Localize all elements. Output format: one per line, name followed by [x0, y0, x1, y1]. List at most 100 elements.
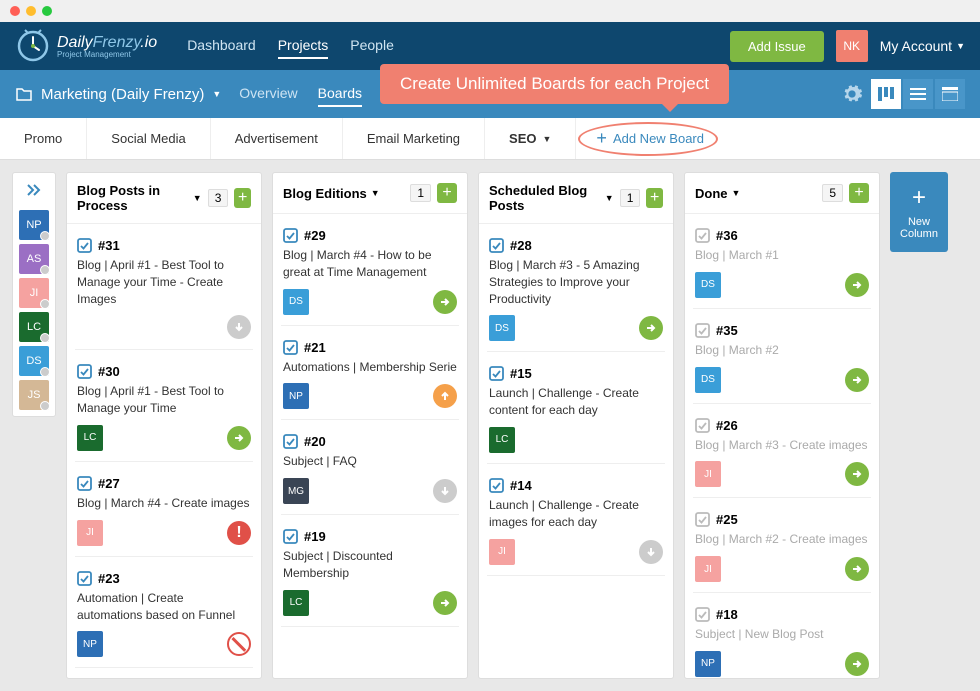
- assignee-avatar[interactable]: LC: [489, 427, 515, 453]
- add-card-button[interactable]: +: [849, 183, 869, 203]
- board-tab-social[interactable]: Social Media: [87, 118, 210, 159]
- arrow-right-icon[interactable]: [845, 273, 869, 297]
- arrow-right-icon[interactable]: [845, 652, 869, 676]
- assignee-avatar[interactable]: DS: [695, 367, 721, 393]
- board-tab-ads[interactable]: Advertisement: [211, 118, 343, 159]
- board-card[interactable]: #20 Subject | FAQ MG: [281, 428, 459, 515]
- arrow-right-icon[interactable]: [845, 368, 869, 392]
- card-title: Automations | Membership Serie: [283, 359, 457, 376]
- arrow-right-icon[interactable]: [433, 591, 457, 615]
- column-title[interactable]: Scheduled Blog Posts ▼: [489, 183, 614, 213]
- board-card[interactable]: #30 Blog | April #1 - Best Tool to Manag…: [75, 358, 253, 462]
- assignee-avatar[interactable]: LC: [283, 590, 309, 616]
- sidebar-avatar[interactable]: NP: [19, 210, 49, 240]
- assignee-avatar[interactable]: DS: [489, 315, 515, 341]
- assignee-avatar[interactable]: NP: [77, 631, 103, 657]
- alert-icon[interactable]: !: [227, 521, 251, 545]
- add-card-button[interactable]: +: [437, 183, 457, 203]
- card-footer: NP: [77, 631, 251, 657]
- arrow-right-icon[interactable]: [639, 316, 663, 340]
- assignee-avatar[interactable]: LC: [77, 425, 103, 451]
- check-icon: [695, 323, 710, 338]
- nav-projects[interactable]: Projects: [278, 33, 329, 59]
- board-card[interactable]: #25 Blog | March #2 - Create images JI: [693, 506, 871, 593]
- board-card[interactable]: #27 Blog | March #4 - Create images JI!: [75, 470, 253, 557]
- nav-dashboard[interactable]: Dashboard: [187, 33, 256, 59]
- column-title[interactable]: Blog Editions ▼: [283, 186, 380, 201]
- assignee-avatar[interactable]: NP: [283, 383, 309, 409]
- card-footer: DS: [283, 289, 457, 315]
- column-count: 1: [620, 189, 641, 207]
- sidebar-avatar[interactable]: DS: [19, 346, 49, 376]
- my-account-menu[interactable]: My Account ▼: [880, 38, 965, 54]
- arrow-right-icon[interactable]: [433, 290, 457, 314]
- assignee-avatar[interactable]: DS: [283, 289, 309, 315]
- board-card[interactable]: #15 Launch | Challenge - Create content …: [487, 360, 665, 464]
- card-footer: DS: [489, 315, 663, 341]
- sidebar-avatar[interactable]: JI: [19, 278, 49, 308]
- new-column-button[interactable]: + New Column: [890, 172, 948, 252]
- gear-icon[interactable]: [841, 83, 863, 105]
- card-footer: MG: [283, 478, 457, 504]
- assignee-avatar[interactable]: JI: [695, 461, 721, 487]
- project-name[interactable]: Marketing (Daily Frenzy): [41, 86, 204, 103]
- column-title[interactable]: Blog Posts in Process ▼: [77, 183, 202, 213]
- board-card[interactable]: #36 Blog | March #1 DS: [693, 222, 871, 309]
- arrow-down-icon[interactable]: [433, 479, 457, 503]
- chevron-down-icon[interactable]: ▼: [212, 89, 221, 99]
- assignee-avatar[interactable]: DS: [695, 272, 721, 298]
- board-card[interactable]: #23 Automation | Create automations base…: [75, 565, 253, 669]
- board-tab-seo[interactable]: SEO ▼: [485, 118, 576, 159]
- board-card[interactable]: #21 Automations | Membership Serie NP: [281, 334, 459, 421]
- add-card-button[interactable]: +: [234, 188, 251, 208]
- minimize-dot[interactable]: [26, 6, 36, 16]
- check-icon: [283, 529, 298, 544]
- view-board-button[interactable]: [871, 79, 901, 109]
- board-card[interactable]: #31 Blog | April #1 - Best Tool to Manag…: [75, 232, 253, 350]
- logo[interactable]: DailyFrenzy.io Project Management: [15, 28, 157, 64]
- arrow-down-icon[interactable]: [227, 315, 251, 339]
- maximize-dot[interactable]: [42, 6, 52, 16]
- add-new-board-button[interactable]: + Add New Board: [576, 118, 724, 159]
- assignee-avatar[interactable]: NP: [695, 651, 721, 677]
- add-card-button[interactable]: +: [646, 188, 663, 208]
- board-card[interactable]: #28 Blog | March #3 - 5 Amazing Strategi…: [487, 232, 665, 352]
- card-id: #36: [695, 228, 869, 243]
- assignee-avatar[interactable]: JI: [77, 520, 103, 546]
- logo-text: DailyFrenzy.io: [57, 34, 157, 51]
- assignee-avatar[interactable]: JI: [695, 556, 721, 582]
- sidebar-avatar[interactable]: LC: [19, 312, 49, 342]
- assignee-avatar[interactable]: JI: [489, 539, 515, 565]
- sidebar-avatar[interactable]: AS: [19, 244, 49, 274]
- tab-boards[interactable]: Boards: [318, 81, 362, 107]
- assignee-avatar[interactable]: MG: [283, 478, 309, 504]
- column-count: 3: [208, 189, 229, 207]
- view-calendar-button[interactable]: [935, 79, 965, 109]
- board-tab-email[interactable]: Email Marketing: [343, 118, 485, 159]
- nav-people[interactable]: People: [350, 33, 394, 59]
- close-dot[interactable]: [10, 6, 20, 16]
- board-tab-promo[interactable]: Promo: [0, 118, 87, 159]
- arrow-right-icon[interactable]: [845, 462, 869, 486]
- tab-overview[interactable]: Overview: [239, 81, 297, 107]
- add-issue-button[interactable]: Add Issue: [730, 31, 824, 62]
- board-card[interactable]: #19 Subject | Discounted Membership LC: [281, 523, 459, 627]
- board-card[interactable]: #29 Blog | March #4 - How to be great at…: [281, 222, 459, 326]
- column-header: Scheduled Blog Posts ▼ 1 +: [479, 173, 673, 224]
- board-card[interactable]: #18 Subject | New Blog Post NP: [693, 601, 871, 678]
- arrow-right-icon[interactable]: [845, 557, 869, 581]
- arrow-down-icon[interactable]: [639, 540, 663, 564]
- column-title[interactable]: Done ▼: [695, 186, 740, 201]
- card-id: #35: [695, 323, 869, 338]
- board-card[interactable]: #14 Launch | Challenge - Create images f…: [487, 472, 665, 576]
- expand-sidebar-button[interactable]: [22, 179, 46, 206]
- arrow-right-icon[interactable]: [227, 426, 251, 450]
- check-icon: [283, 228, 298, 243]
- view-list-button[interactable]: [903, 79, 933, 109]
- user-avatar[interactable]: NK: [836, 30, 868, 62]
- block-icon[interactable]: [227, 632, 251, 656]
- board-card[interactable]: #35 Blog | March #2 DS: [693, 317, 871, 404]
- sidebar-avatar[interactable]: JS: [19, 380, 49, 410]
- board-card[interactable]: #26 Blog | March #3 - Create images JI: [693, 412, 871, 499]
- arrow-up-icon[interactable]: [433, 384, 457, 408]
